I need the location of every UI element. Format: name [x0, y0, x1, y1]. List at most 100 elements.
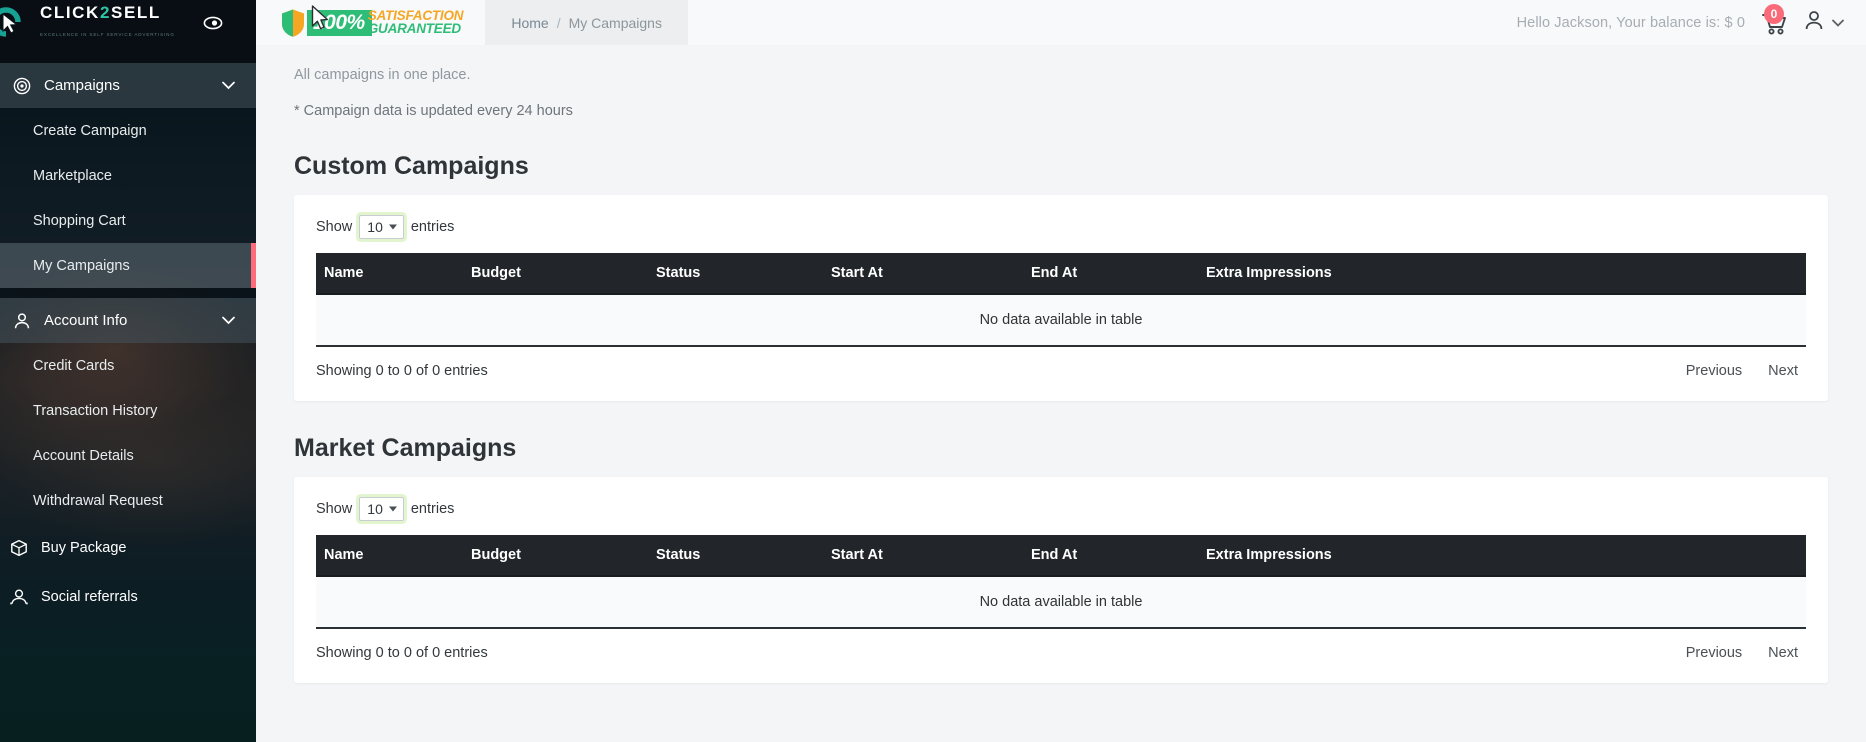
column-header-end-at[interactable]: End At	[1031, 253, 1206, 295]
show-label: Show	[316, 501, 353, 517]
package-icon	[2, 539, 35, 557]
sidebar-item-label: Buy Package	[41, 539, 127, 556]
table-head: Name Budget Status Start At End At Extra…	[316, 253, 1806, 295]
sidebar-group-label: Campaigns	[44, 77, 120, 94]
table-info: Showing 0 to 0 of 0 entries	[316, 645, 488, 661]
guarantee-line-2: GUARANTEED	[367, 20, 461, 36]
cart-badge: 0	[1764, 3, 1784, 24]
sidebar-item-account-details[interactable]: Account Details	[0, 433, 256, 478]
guarantee-percent: 100%	[307, 9, 372, 36]
page-length-select[interactable]: 10	[359, 497, 404, 521]
eye-icon[interactable]	[202, 12, 224, 34]
entries-label: entries	[410, 501, 455, 517]
table-footer: Showing 0 to 0 of 0 entries Previous Nex…	[316, 363, 1806, 379]
sidebar-item-shopping-cart[interactable]: Shopping Cart	[0, 198, 256, 243]
sidebar-logo-bar[interactable]: CLICK2SELL EXCELLENCE IN SELF SERVICE AD…	[0, 0, 256, 45]
sidebar-item-marketplace[interactable]: Marketplace	[0, 153, 256, 198]
satisfaction-guarantee-badge: 100% SATISFACTION GUARANTEED	[256, 0, 469, 45]
table-header-row: Name Budget Status Start At End At Extra…	[316, 253, 1806, 295]
sidebar-item-label: Marketplace	[33, 167, 112, 184]
target-icon	[0, 77, 44, 95]
column-header-status[interactable]: Status	[656, 535, 831, 577]
sidebar-item-withdrawal-request[interactable]: Withdrawal Request	[0, 478, 256, 523]
cart-button[interactable]: 0	[1759, 3, 1789, 38]
sidebar-item-credit-cards[interactable]: Credit Cards	[0, 343, 256, 388]
table-footer: Showing 0 to 0 of 0 entries Previous Nex…	[316, 645, 1806, 661]
pagination: Previous Next	[1686, 645, 1806, 661]
pagination-next[interactable]: Next	[1768, 645, 1798, 661]
breadcrumb-current: My Campaigns	[568, 14, 662, 31]
section-title-market-campaigns: Market Campaigns	[294, 434, 517, 462]
sidebar-item-create-campaign[interactable]: Create Campaign	[0, 108, 256, 153]
sidebar-item-label: Create Campaign	[33, 122, 147, 139]
column-header-budget[interactable]: Budget	[471, 535, 656, 577]
entries-label: entries	[410, 219, 455, 235]
sidebar-item-label: My Campaigns	[33, 257, 130, 274]
custom-campaigns-table: Name Budget Status Start At End At Extra…	[316, 253, 1806, 347]
table-empty-row: No data available in table	[316, 576, 1806, 629]
column-header-name[interactable]: Name	[316, 253, 471, 295]
chevron-down-icon	[388, 506, 397, 512]
cart-icon	[1759, 13, 1789, 42]
brand-title: CLICK2SELL	[40, 3, 161, 22]
sidebar-group-account-info[interactable]: Account Info	[0, 298, 256, 343]
guarantee-text: SATISFACTION GUARANTEED	[367, 9, 464, 36]
sidebar-item-label: Withdrawal Request	[33, 492, 163, 509]
page-length-select[interactable]: 10	[359, 215, 404, 239]
breadcrumb-home-link[interactable]: Home	[511, 15, 548, 31]
user-icon	[0, 312, 44, 330]
pagination: Previous Next	[1686, 363, 1806, 379]
chevron-down-icon	[222, 312, 236, 329]
pagination-next[interactable]: Next	[1768, 363, 1798, 379]
page-length-value: 10	[367, 501, 383, 517]
column-header-extra-impressions[interactable]: Extra Impressions	[1206, 253, 1806, 295]
page-length-control: Show 10 entries	[316, 497, 1806, 521]
sidebar-item-label: Account Details	[33, 447, 134, 464]
market-campaigns-card: Show 10 entries Name Budget Status Start…	[294, 477, 1828, 683]
table-body: No data available in table	[316, 576, 1806, 629]
sidebar-item-buy-package[interactable]: Buy Package	[0, 523, 256, 572]
sidebar-divider	[0, 288, 256, 298]
table-info: Showing 0 to 0 of 0 entries	[316, 363, 488, 379]
sidebar-item-transaction-history[interactable]: Transaction History	[0, 388, 256, 433]
column-header-status[interactable]: Status	[656, 253, 831, 295]
column-header-name[interactable]: Name	[316, 535, 471, 577]
column-header-start-at[interactable]: Start At	[831, 535, 1031, 577]
page-note-text: * Campaign data is updated every 24 hour…	[294, 103, 573, 119]
sidebar-group-label: Account Info	[44, 312, 128, 329]
top-bar-right: Hello Jackson, Your balance is: $ 0 0	[1516, 3, 1866, 38]
sidebar-group-campaigns[interactable]: Campaigns	[0, 63, 256, 108]
people-icon	[2, 588, 35, 606]
user-greeting: Hello Jackson, Your balance is: $ 0	[1516, 14, 1745, 31]
column-header-budget[interactable]: Budget	[471, 253, 656, 295]
account-menu-button[interactable]	[1803, 9, 1844, 36]
pagination-previous[interactable]: Previous	[1686, 645, 1742, 661]
column-header-start-at[interactable]: Start At	[831, 253, 1031, 295]
column-header-extra-impressions[interactable]: Extra Impressions	[1206, 535, 1806, 577]
chevron-down-icon	[388, 224, 397, 230]
section-title-custom-campaigns: Custom Campaigns	[294, 152, 529, 180]
table-head: Name Budget Status Start At End At Extra…	[316, 535, 1806, 577]
page-lead-text: All campaigns in one place.	[294, 67, 471, 83]
page-root: CLICK2SELL EXCELLENCE IN SELF SERVICE AD…	[0, 0, 1866, 742]
sidebar-logo-spacer	[0, 45, 256, 63]
table-empty-message: No data available in table	[316, 576, 1806, 629]
table-empty-row: No data available in table	[316, 294, 1806, 347]
click2sell-logo-icon	[0, 2, 34, 42]
table-header-row: Name Budget Status Start At End At Extra…	[316, 535, 1806, 577]
chevron-down-icon	[222, 77, 236, 94]
user-avatar-icon	[1803, 9, 1825, 36]
sidebar-item-my-campaigns[interactable]: My Campaigns	[0, 243, 256, 288]
sidebar-item-social-referrals[interactable]: Social referrals	[0, 572, 256, 621]
chevron-down-icon	[1832, 14, 1844, 32]
shield-icon	[280, 8, 306, 38]
custom-campaigns-card: Show 10 entries Name Budget Status Start…	[294, 195, 1828, 401]
table-empty-message: No data available in table	[316, 294, 1806, 347]
sidebar-item-label: Social referrals	[41, 588, 138, 605]
column-header-end-at[interactable]: End At	[1031, 535, 1206, 577]
page-length-control: Show 10 entries	[316, 215, 1806, 239]
page-length-value: 10	[367, 219, 383, 235]
market-campaigns-table: Name Budget Status Start At End At Extra…	[316, 535, 1806, 629]
breadcrumb-separator: /	[556, 14, 561, 31]
pagination-previous[interactable]: Previous	[1686, 363, 1742, 379]
